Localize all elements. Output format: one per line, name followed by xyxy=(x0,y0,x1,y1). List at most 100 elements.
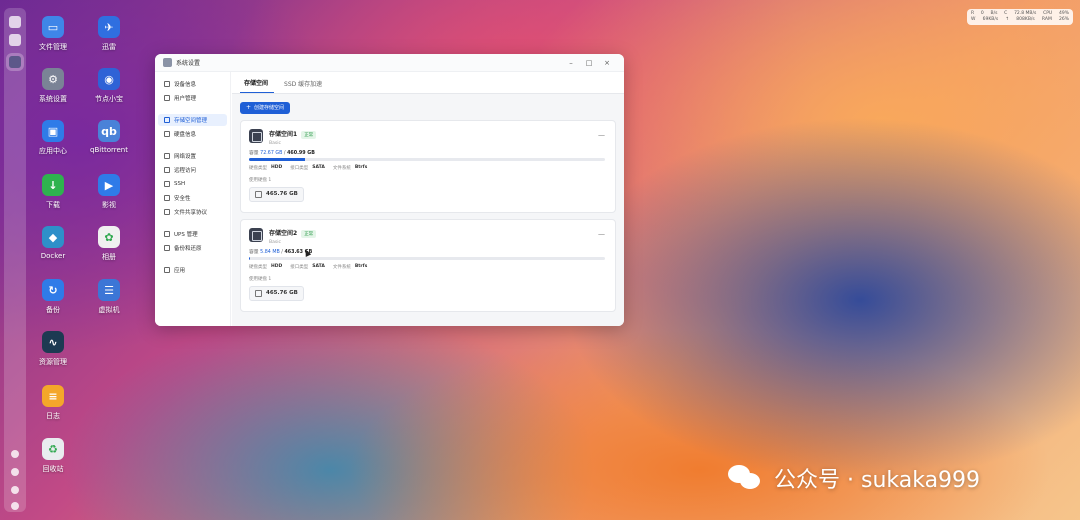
monitor-value: RAM xyxy=(1041,17,1052,22)
close-button[interactable]: × xyxy=(598,59,616,67)
resource-monitor[interactable]: R 0 B/s C 72.8 MB/s CPU 49% W 69KB/s ↑ 808KB/s RAM… xyxy=(967,9,1073,25)
sidebar-item-label: 设备信息 xyxy=(174,82,197,88)
capacity-text: 容量 72.67 GB / 460.99 GB xyxy=(249,150,315,156)
sidebar-item-icon xyxy=(164,209,170,215)
desktop-app-icon[interactable]: ▣ 应用中心 xyxy=(23,120,83,156)
capacity-label: 容量 xyxy=(249,150,259,156)
sidebar-item-icon xyxy=(164,231,170,237)
sidebar-item[interactable]: 网络设置 xyxy=(158,150,227,162)
storage-pool-card[interactable]: 存储空间1 正常 Basic — 容量 72.67 GB / 460.99 GB 硬盘类型… xyxy=(240,119,616,213)
filesystem-value: Btrfs xyxy=(354,164,368,170)
desktop-app-icon[interactable]: ✈ 迅雷 xyxy=(79,16,139,52)
widgets-icon[interactable] xyxy=(9,34,21,46)
watermark: 公众号 · sukaka999 xyxy=(728,462,980,494)
desktop-app-icon[interactable]: ↓ 下载 xyxy=(23,174,83,210)
more-options-icon[interactable]: — xyxy=(598,131,605,139)
desktop-app-label: 回收站 xyxy=(42,465,64,473)
desktop-app-icon[interactable]: ▶ 影视 xyxy=(79,174,139,210)
sidebar-item[interactable]: UPS 管理 xyxy=(158,228,227,240)
sidebar-item-label: 文件共享协议 xyxy=(174,210,208,216)
user-icon[interactable] xyxy=(11,486,19,494)
hard-disk-icon xyxy=(255,289,262,297)
status-badge: 正常 xyxy=(301,130,317,139)
desktop-app-icon[interactable]: ♻ 回收站 xyxy=(23,438,83,474)
capacity-bar xyxy=(249,256,605,260)
filesystem-label: 文件系统 xyxy=(332,264,351,270)
sidebar-item-label: 用户管理 xyxy=(174,96,197,102)
create-storage-label: 创建存储空间 xyxy=(254,105,285,111)
desktop-app-icon[interactable]: ☰ 虚拟机 xyxy=(79,279,139,315)
desktop-app-icon[interactable]: ⚙ 系统设置 xyxy=(23,68,83,104)
monitor-value: ↑ xyxy=(1005,17,1010,22)
sidebar-item-label: 应用 xyxy=(174,268,186,274)
desktop-app-icon[interactable]: ▭ 文件管理 xyxy=(23,16,83,52)
sidebar-item[interactable]: SSH xyxy=(158,178,227,190)
status-badge: 正常 xyxy=(301,229,317,238)
desktop-app-label: 虚拟机 xyxy=(98,306,120,314)
interface-value: SATA xyxy=(312,263,325,269)
desktop-app-icon[interactable]: ∿ 资源管理 xyxy=(23,331,83,367)
app-glyph-icon: ↓ xyxy=(42,174,64,196)
monitor-value: 69KB/s xyxy=(982,17,999,22)
desktop-app-icon[interactable]: qb qBittorrent xyxy=(79,120,139,154)
sidebar-item-label: 网络设置 xyxy=(174,154,197,160)
app-glyph-icon: ▭ xyxy=(42,16,64,38)
sidebar-item[interactable]: 硬盘信息 xyxy=(158,128,227,140)
sidebar-item[interactable]: 设备信息 xyxy=(158,78,227,90)
sidebar-item[interactable]: 文件共享协议 xyxy=(158,206,227,218)
desktop-app-icon[interactable]: ◉ 节点小宝 xyxy=(79,68,139,104)
notification-icon[interactable] xyxy=(11,450,19,458)
disk-type-value: HDD xyxy=(271,164,283,170)
sidebar-item[interactable]: 应用 xyxy=(158,264,227,276)
sidebar-item-label: UPS 管理 xyxy=(174,232,198,238)
sidebar-item[interactable]: 安全性 xyxy=(158,192,227,204)
storage-pool-icon xyxy=(249,227,263,242)
disk-type-value: HDD xyxy=(271,263,283,269)
filesystem-value: Btrfs xyxy=(354,263,368,269)
sidebar-item[interactable]: 存储空间管理 xyxy=(158,114,227,126)
sidebar-item[interactable]: 远程访问 xyxy=(158,164,227,176)
sidebar-item-label: SSH xyxy=(174,181,186,187)
desktop-app-icon[interactable]: ≡ 日志 xyxy=(23,385,83,421)
tab-ssd-cache[interactable]: SSD 缓存加速 xyxy=(280,79,328,93)
monitor-value: 26% xyxy=(1058,17,1069,22)
desktop-app-label: qBittorrent xyxy=(90,146,128,154)
maximize-button[interactable]: □ xyxy=(580,59,598,67)
sidebar-item-icon xyxy=(164,195,170,201)
app-glyph-icon: ∿ xyxy=(42,331,64,353)
hard-disk-icon xyxy=(255,190,262,198)
storage-pool-card[interactable]: 存储空间2 正常 Basic — 容量 5.84 MB / 463.63 GB 硬盘类型 H… xyxy=(240,218,616,312)
power-icon[interactable] xyxy=(11,502,19,510)
minimize-button[interactable]: – xyxy=(562,59,580,67)
desktop-app-label: 相册 xyxy=(102,253,116,261)
desktop-app-label: 下载 xyxy=(46,201,60,209)
tab-storage[interactable]: 存储空间 xyxy=(240,78,275,93)
pool-meta: 硬盘类型 HDD 接口类型 SATA 文件系统 Btrfs xyxy=(249,264,607,270)
app-glyph-icon: ↻ xyxy=(42,279,64,301)
desktop-icon[interactable] xyxy=(9,16,21,28)
disks-used-label: 使用硬盘 1 xyxy=(249,177,272,183)
message-icon[interactable] xyxy=(11,468,19,476)
settings-icon[interactable] xyxy=(9,56,21,68)
sidebar-item[interactable]: 备份和还原 xyxy=(158,242,227,254)
desktop-app-icon[interactable]: ✿ 相册 xyxy=(79,226,139,262)
disk-chip[interactable]: 465.76 GB xyxy=(249,285,304,301)
app-glyph-icon: ▶ xyxy=(98,174,120,196)
app-glyph-icon: ◉ xyxy=(98,68,120,90)
window-titlebar[interactable]: 系统设置 – □ × xyxy=(155,54,624,72)
sidebar-item[interactable]: 用户管理 xyxy=(158,92,227,104)
window-title: 系统设置 xyxy=(176,60,201,67)
settings-app-icon xyxy=(163,58,172,67)
desktop-app-icon[interactable]: ↻ 备份 xyxy=(23,279,83,315)
storage-pool-type: Basic xyxy=(269,140,281,146)
capacity-used: 72.67 GB xyxy=(260,150,283,156)
desktop-app-icon[interactable]: ◆ Docker xyxy=(23,226,83,260)
more-options-icon[interactable]: — xyxy=(598,230,605,238)
storage-pool-icon xyxy=(249,128,263,143)
create-storage-button[interactable]: + 创建存储空间 xyxy=(240,101,291,114)
disk-chip[interactable]: 465.76 GB xyxy=(249,186,304,202)
sidebar-item-icon xyxy=(164,81,170,87)
sidebar-item-icon xyxy=(164,95,170,101)
app-glyph-icon: ☰ xyxy=(98,279,120,301)
sidebar-item-label: 备份和还原 xyxy=(174,246,202,252)
